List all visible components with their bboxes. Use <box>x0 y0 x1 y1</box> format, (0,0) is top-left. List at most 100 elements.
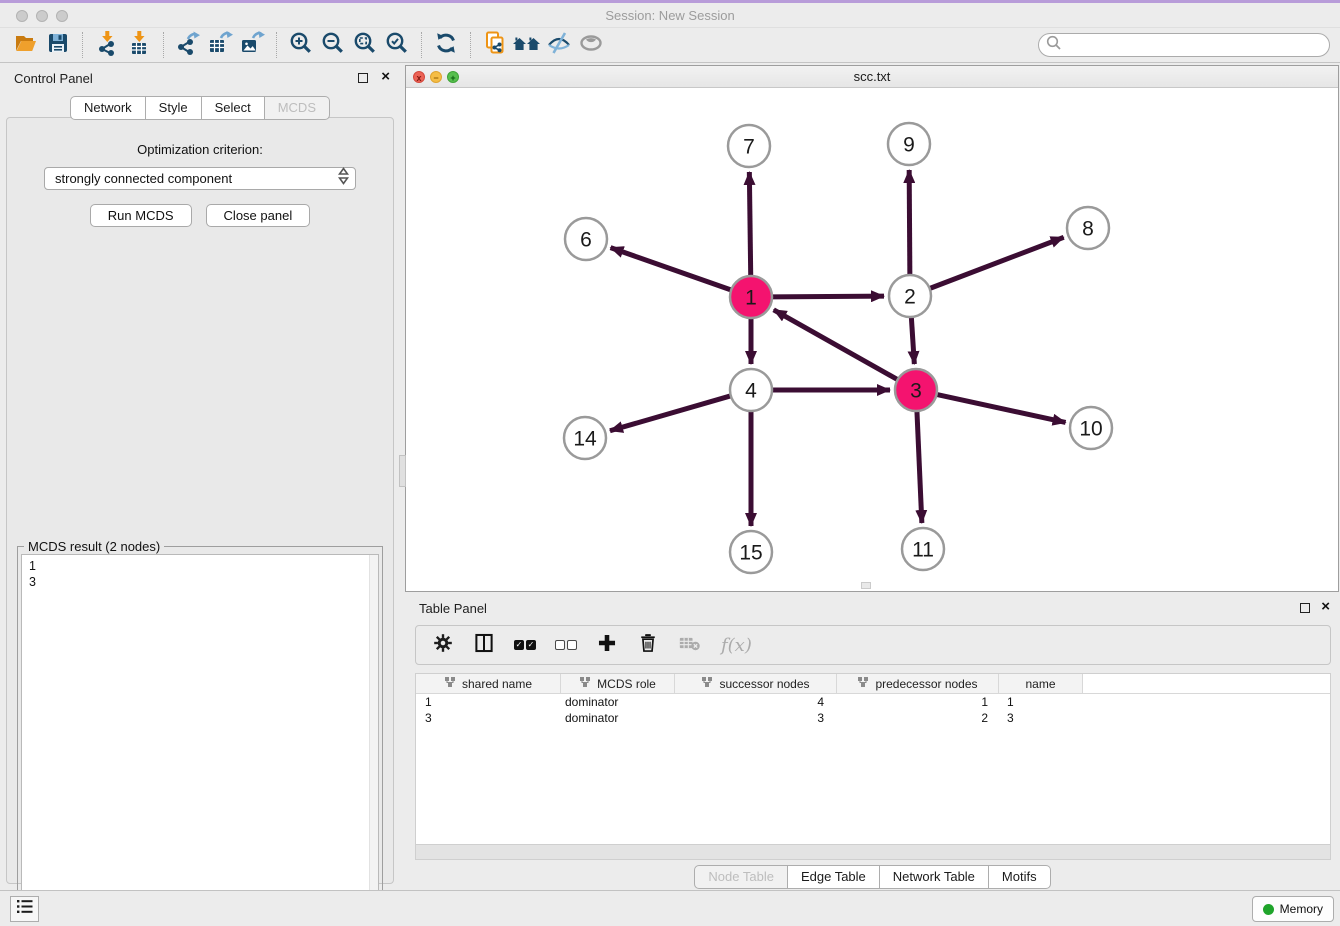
delete-columns-button[interactable] <box>637 632 659 659</box>
splitter-grip[interactable] <box>399 455 406 487</box>
graph-edge-2-9[interactable] <box>909 170 910 275</box>
zoom-fit-button[interactable] <box>349 30 381 60</box>
table-cell[interactable]: dominator <box>561 694 675 710</box>
import-network-button[interactable] <box>91 30 123 60</box>
table-cell[interactable]: 4 <box>675 694 837 710</box>
app-titlebar: Session: New Session <box>0 3 1340 28</box>
refresh-button[interactable] <box>430 30 462 60</box>
unchecked-box-icon <box>567 640 577 650</box>
save-session-button[interactable] <box>42 30 74 60</box>
table-panel-title: Table Panel <box>419 601 487 616</box>
float-table-panel-icon[interactable] <box>1300 603 1310 613</box>
graph-edge-3-10[interactable] <box>937 394 1066 422</box>
task-history-button[interactable] <box>10 896 39 922</box>
deselect-all-button[interactable] <box>555 640 577 650</box>
table-cell[interactable]: 1 <box>416 694 561 710</box>
result-scrollbar[interactable] <box>369 555 378 925</box>
eye-slash-icon <box>546 30 572 61</box>
close-panel-button[interactable]: Close panel <box>206 204 311 227</box>
graph-edge-1-7[interactable] <box>749 172 750 276</box>
tab-motifs[interactable]: Motifs <box>989 865 1051 889</box>
graph-edge-3-11[interactable] <box>917 411 922 523</box>
select-all-button[interactable]: ✓✓ <box>514 640 536 650</box>
graph-edge-4-14[interactable] <box>610 396 731 431</box>
close-table-panel-icon[interactable]: × <box>1321 599 1330 615</box>
toolbar-separator <box>82 32 83 58</box>
float-panel-icon[interactable] <box>358 73 368 83</box>
tab-network[interactable]: Network <box>70 96 146 120</box>
graph-edge-1-2[interactable] <box>772 296 884 297</box>
fx-icon: f(x) <box>721 635 752 656</box>
column-type-icon <box>444 676 456 691</box>
stepper-arrows-icon <box>338 167 349 190</box>
zoom-out-button[interactable] <box>317 30 349 60</box>
tab-style[interactable]: Style <box>146 96 202 120</box>
table-cell[interactable]: 3 <box>675 710 837 726</box>
add-column-button[interactable] <box>596 632 618 659</box>
graph-edge-3-1[interactable] <box>774 310 898 380</box>
canvas-resize-grip[interactable] <box>861 582 871 589</box>
show-columns-button[interactable] <box>473 632 495 659</box>
graph-edge-2-3[interactable] <box>911 317 914 364</box>
duplicate-network-button[interactable] <box>479 30 511 60</box>
graph-node-label: 7 <box>743 136 755 159</box>
global-search-field[interactable] <box>1038 33 1330 57</box>
tab-select[interactable]: Select <box>202 96 265 120</box>
table-cell[interactable]: dominator <box>561 710 675 726</box>
network-view-window: x − + scc.txt 7968124314101511 <box>405 65 1339 592</box>
search-input[interactable] <box>1063 36 1323 54</box>
table-cell[interactable]: 1 <box>837 694 999 710</box>
maximize-view-button[interactable]: + <box>447 71 459 83</box>
table-cell[interactable]: 1 <box>999 694 1083 710</box>
open-session-button[interactable] <box>10 30 42 60</box>
criterion-dropdown[interactable]: strongly connected component <box>44 167 356 190</box>
home-view-button[interactable] <box>511 30 543 60</box>
criterion-label: Optimization criterion: <box>7 142 393 157</box>
minimize-view-button[interactable]: − <box>430 71 442 83</box>
column-header-successor-nodes[interactable]: successor nodes <box>675 674 837 693</box>
tab-node-table[interactable]: Node Table <box>694 865 788 889</box>
list-icon <box>16 899 33 919</box>
column-header-MCDS-role[interactable]: MCDS role <box>561 674 675 693</box>
graph-edge-1-6[interactable] <box>611 248 732 290</box>
table-cell[interactable]: 3 <box>416 710 561 726</box>
tab-edge-table[interactable]: Edge Table <box>788 865 880 889</box>
run-mcds-button[interactable]: Run MCDS <box>90 204 192 227</box>
zoom-in-button[interactable] <box>285 30 317 60</box>
column-type-icon <box>857 676 869 691</box>
tab-mcds[interactable]: MCDS <box>265 96 330 120</box>
column-header-name[interactable]: name <box>999 674 1083 693</box>
graph-node-label: 1 <box>745 287 757 310</box>
network-canvas[interactable]: 7968124314101511 <box>406 88 1338 591</box>
export-table-button[interactable] <box>204 30 236 60</box>
table-row[interactable]: 1dominator411 <box>416 694 1330 710</box>
mcds-result-textarea[interactable]: 1 3 <box>21 554 379 926</box>
table-cell[interactable]: 3 <box>999 710 1083 726</box>
table-settings-button[interactable] <box>432 632 454 659</box>
hide-selected-button[interactable] <box>543 30 575 60</box>
tab-network-table[interactable]: Network Table <box>880 865 989 889</box>
column-header-shared-name[interactable]: shared name <box>416 674 561 693</box>
export-table-icon <box>207 30 233 61</box>
import-table-icon <box>126 30 152 61</box>
close-window-button[interactable] <box>16 10 28 22</box>
close-view-button[interactable]: x <box>413 71 425 83</box>
column-header-predecessor-nodes[interactable]: predecessor nodes <box>837 674 999 693</box>
zoom-selected-button[interactable] <box>381 30 413 60</box>
minimize-window-button[interactable] <box>36 10 48 22</box>
maximize-window-button[interactable] <box>56 10 68 22</box>
export-network-button[interactable] <box>172 30 204 60</box>
memory-button[interactable]: Memory <box>1252 896 1334 922</box>
export-image-button[interactable] <box>236 30 268 60</box>
network-window-titlebar[interactable]: x − + scc.txt <box>406 66 1338 88</box>
import-table-button[interactable] <box>123 30 155 60</box>
toggle-visibility-button[interactable] <box>575 30 607 60</box>
function-builder-button[interactable]: f(x) <box>721 635 752 656</box>
graph-edge-2-8[interactable] <box>930 237 1064 288</box>
table-row[interactable]: 3dominator323 <box>416 710 1330 726</box>
delete-table-button[interactable] <box>678 632 702 659</box>
network-window-controls: x − + <box>413 71 459 83</box>
close-panel-icon[interactable]: × <box>381 69 390 85</box>
refresh-icon <box>433 30 459 61</box>
table-cell[interactable]: 2 <box>837 710 999 726</box>
